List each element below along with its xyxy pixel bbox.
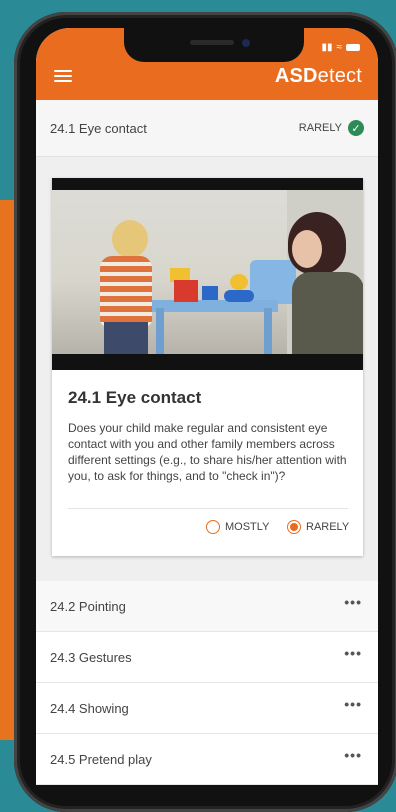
radio-unselected-icon[interactable] [206, 520, 220, 534]
more-icon[interactable]: ••• [344, 747, 362, 763]
list-item-pretend-play[interactable]: 24.5 Pretend play ••• [36, 734, 378, 785]
notch [124, 28, 304, 62]
list-item-label: 24.5 Pretend play [50, 752, 152, 767]
logo-bold: ASD [274, 65, 318, 87]
chair-shape [250, 260, 296, 304]
radio-selected-icon[interactable] [287, 520, 301, 534]
child-figure [112, 220, 148, 258]
status-bar-icons: ▮▮ ≈ [321, 42, 360, 53]
question-card: 24.1 Eye contact Does your child make re… [52, 178, 363, 556]
list-item-showing[interactable]: 24.4 Showing ••• [36, 683, 378, 734]
camera-icon [242, 39, 250, 47]
list-item-label: 24.3 Gestures [50, 650, 132, 665]
list-item-gestures[interactable]: 24.3 Gestures ••• [36, 632, 378, 683]
phone-screen: ▮▮ ≈ ASDetect 24.1 Eye contact RARELY ✓ [36, 28, 378, 785]
video-frame-image [52, 190, 363, 354]
option-rarely-label: RARELY [306, 521, 350, 533]
question-header-status: RARELY ✓ [299, 120, 364, 136]
list-item-label: 24.2 Pointing [50, 599, 126, 614]
speaker-grille [190, 40, 234, 45]
more-icon[interactable]: ••• [344, 696, 362, 712]
app-logo: ASDetect [275, 65, 362, 88]
table-shape [148, 300, 278, 312]
more-icon[interactable]: ••• [344, 645, 362, 661]
check-circle-icon: ✓ [348, 120, 364, 136]
option-mostly-label: MOSTLY [225, 521, 270, 533]
signal-icon: ▮▮ [321, 42, 333, 53]
question-header-title: 24.1 Eye contact [50, 120, 147, 136]
status-label: RARELY [298, 122, 342, 134]
wifi-icon: ≈ [336, 42, 343, 53]
logo-rest: etect [317, 65, 362, 87]
question-header[interactable]: 24.1 Eye contact RARELY ✓ [36, 100, 378, 157]
hamburger-menu-icon[interactable] [54, 70, 72, 82]
battery-icon [346, 44, 360, 51]
more-icon[interactable]: ••• [344, 594, 362, 610]
list-item-label: 24.4 Showing [50, 701, 129, 716]
card-description: Does your child make regular and consist… [68, 421, 347, 483]
list-item-pointing[interactable]: 24.2 Pointing ••• [36, 581, 378, 632]
option-mostly[interactable]: MOSTLY [206, 520, 269, 534]
question-list: 24.2 Pointing ••• 24.3 Gestures ••• 24.4… [36, 581, 378, 785]
answer-options: MOSTLY RARELY [52, 520, 363, 544]
card-divider [68, 508, 348, 509]
option-rarely[interactable]: RARELY [287, 520, 349, 534]
card-title: 24.1 Eye contact [68, 388, 202, 407]
video-player[interactable] [52, 178, 363, 370]
